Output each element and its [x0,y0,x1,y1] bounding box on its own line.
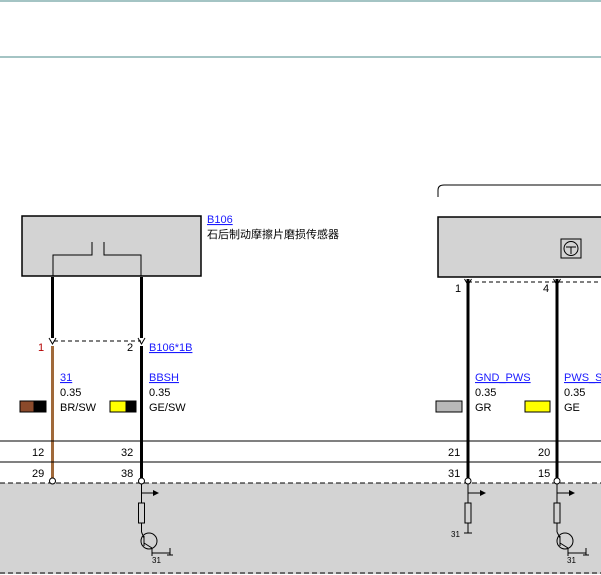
terminal-number: 15 [538,468,550,480]
wire-size: 0.35 [564,387,585,399]
terminal-number: 12 [32,447,44,459]
b106-pin-1-number: 1 [38,342,44,354]
ground-label: 31 [451,530,460,539]
wire-color-swatch [435,400,463,413]
module-symbol-icon [560,238,582,259]
wire-color-swatch [109,400,137,413]
right-pin-1-number: 1 [455,283,461,295]
terminal-number: 29 [32,468,44,480]
wire-color-swatch [524,400,551,413]
wiring-diagram: B106 石后制动摩擦片磨损传感器 1 2 B106*1B 1 4 31 0.3… [0,0,601,574]
module-pin-icon [553,477,561,485]
wire-signal-link[interactable]: GND_PWS [475,372,531,384]
wire-color-code: GR [475,402,492,414]
b106-component-link[interactable]: B106 [207,214,233,226]
right-pin-4-number: 4 [543,283,549,295]
wire-size: 0.35 [475,387,496,399]
resistor-icon [553,502,561,524]
wire-color-swatch [19,400,47,413]
wire-signal-link[interactable]: 31 [60,372,72,384]
terminal-number: 31 [448,468,460,480]
wire-signal-link[interactable]: PWS_S [564,372,601,384]
wire-color-code: GE [564,402,580,414]
ground-label: 31 [567,556,576,565]
wire-color-code: BR/SW [60,402,97,414]
control-module-area[interactable] [0,483,601,574]
wire-color-code: GE/SW [149,402,186,414]
resistor-icon [464,502,472,524]
right-component-bracket [437,184,601,197]
wire-size: 0.35 [149,387,170,399]
ground-label: 31 [152,556,161,565]
module-pin-icon [49,477,56,485]
b106-pin-2-number: 2 [127,342,133,354]
terminal-number: 20 [538,447,550,459]
b106-description: 石后制动摩擦片磨损传感器 [207,227,339,241]
right-module-component[interactable] [437,216,601,278]
module-pin-icon [138,477,145,485]
terminal-number: 38 [121,468,133,480]
terminal-number: 32 [121,447,133,459]
module-pin-icon [464,477,472,485]
wire-signal-link[interactable]: BBSH [149,372,179,384]
resistor-icon [138,502,145,524]
b106-component[interactable] [21,215,202,277]
terminal-number: 21 [448,447,460,459]
wire-size: 0.35 [60,387,81,399]
b106-box [21,215,202,277]
connector-b106-1b-link[interactable]: B106*1B [149,342,192,354]
